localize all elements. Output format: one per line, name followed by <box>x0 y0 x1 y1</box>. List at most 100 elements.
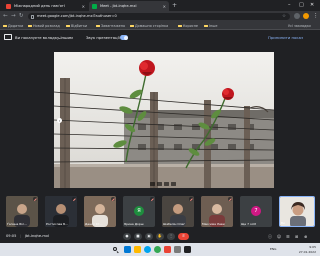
bookmark-item[interactable]: Інше <box>204 22 217 30</box>
address-bar[interactable]: meet.google.com/jbt-inqhe-mxl?authuser=0… <box>28 13 290 20</box>
bookmark-item[interactable]: Домашня сторінка <box>130 22 168 30</box>
microphone-button[interactable]: ● <box>123 233 131 240</box>
share-audio-toggle[interactable] <box>120 35 128 40</box>
close-tab-icon[interactable]: ✕ <box>163 4 166 9</box>
bookmark-item[interactable]: Корисне <box>178 22 198 30</box>
stop-sharing-button[interactable]: Припинити показ <box>268 30 303 45</box>
browser-menu-icon[interactable]: ⋮ <box>313 12 319 21</box>
muted-mic-icon <box>228 197 232 201</box>
taskbar-app-icon[interactable] <box>164 246 171 253</box>
meeting-info-icon[interactable]: ⓘ <box>268 234 272 239</box>
browser-tab-meet[interactable]: Meet - jbt-inqhe-mxl ✕ <box>89 1 169 11</box>
tab-favicon-icon <box>6 3 11 9</box>
muted-mic-icon <box>111 197 115 201</box>
camera-button[interactable]: ■ <box>134 233 142 240</box>
meet-control-bar: 09:05 | jbt-inqhe-mxl ● ■ ▣ ✋ ⋮ ✆ ⓘ ☺ ☰ … <box>0 230 320 243</box>
file-explorer-icon[interactable] <box>134 246 141 253</box>
profile-avatar[interactable] <box>303 13 309 19</box>
maximize-button[interactable]: □ <box>299 1 304 9</box>
bookmark-star-icon[interactable]: ☆ <box>282 13 286 20</box>
more-participants-tile[interactable]: 7 Ще 7 осіб <box>240 196 272 227</box>
meeting-code: jbt-inqhe-mxl <box>25 234 49 238</box>
muted-mic-icon <box>33 197 37 201</box>
folder-icon <box>96 24 100 28</box>
meeting-time: 09:05 <box>6 234 17 238</box>
bookmark-item[interactable]: Завантажено <box>96 22 125 30</box>
start-menu-icon[interactable] <box>124 246 131 253</box>
previous-slide-button[interactable]: ‹ <box>57 118 62 123</box>
language-indicator[interactable]: ENG <box>270 243 276 256</box>
bookmark-item[interactable]: Новий розклад <box>28 22 60 30</box>
tab-title: Meet - jbt-inqhe-mxl <box>100 4 137 8</box>
taskbar-app-icon[interactable] <box>184 246 191 253</box>
presentation-control[interactable] <box>164 182 169 186</box>
avatar: Я <box>134 206 144 216</box>
meet-favicon-icon <box>92 3 97 9</box>
participant-name: Ростислав Б... <box>46 222 69 226</box>
search-icon[interactable] <box>112 246 119 253</box>
participant-tile[interactable]: Ростислав Б... <box>45 196 77 227</box>
chrome-icon[interactable] <box>154 246 161 253</box>
browser-toolbar: ← → ↻ meet.google.com/jbt-inqhe-mxl?auth… <box>0 11 320 22</box>
participant-tile[interactable]: Шабелін Олег <box>162 196 194 227</box>
minimize-button[interactable]: – <box>288 1 291 9</box>
raise-hand-button[interactable]: ✋ <box>156 233 164 240</box>
emoji-icon[interactable]: ☺ <box>277 234 281 239</box>
windows-taskbar: ENG 9:05 27.01.2022 <box>0 243 320 256</box>
participant-tile[interactable]: Я Ярина Дорш <box>123 196 155 227</box>
leave-call-button[interactable]: ✆ <box>178 233 189 240</box>
extension-icon[interactable] <box>294 13 300 19</box>
presenting-text: Ви показуєте вкладку іншим <box>15 35 73 40</box>
memorial-photo <box>54 52 274 188</box>
all-bookmarks-link[interactable]: Усі закладки <box>288 22 311 30</box>
presenting-bar: Ви показуєте вкладку іншим ⌄ Звук презен… <box>0 30 320 45</box>
shared-presentation <box>54 52 274 188</box>
participant-name: Ярина Дорш <box>124 222 144 226</box>
avatar: 7 <box>251 206 261 216</box>
taskbar-app-icon[interactable] <box>174 246 181 253</box>
bookmark-item[interactable]: Додатки <box>3 22 23 30</box>
browser-tab-memorial[interactable]: Міжнародний день пам'яті ✕ <box>3 1 88 11</box>
more-options-button[interactable]: ⋮ <box>167 233 175 240</box>
participant-tile[interactable]: Ґалина Біл... <box>6 196 38 227</box>
participant-name: Ґалина Біл... <box>7 222 27 226</box>
presentation-control[interactable] <box>171 182 176 186</box>
muted-mic-icon <box>189 197 193 201</box>
participant-name: Денис Ст... <box>85 222 103 226</box>
presentation-control[interactable] <box>157 182 162 186</box>
separator: | <box>20 234 22 238</box>
activities-icon[interactable]: ⊞ <box>295 234 298 239</box>
bookmarks-bar: Додатки Новий розклад Відбитки Завантаже… <box>0 22 320 30</box>
clock-date: 27.01.2022 <box>298 249 316 254</box>
folder-icon <box>66 24 70 28</box>
presentation-control[interactable] <box>150 182 155 186</box>
forward-arrow-icon[interactable]: → <box>11 12 16 21</box>
share-audio-label: Звук презентації <box>86 35 120 40</box>
folder-icon <box>130 24 134 28</box>
bookmark-item[interactable]: Відбитки <box>66 22 87 30</box>
muted-mic-icon <box>72 197 76 201</box>
edge-browser-icon[interactable] <box>144 246 151 253</box>
participant-name: Максима Леви <box>202 222 225 226</box>
muted-mic-icon <box>150 197 154 201</box>
folder-icon <box>178 24 182 28</box>
back-arrow-icon[interactable]: ← <box>3 12 8 21</box>
participant-name: Шабелін Олег <box>163 222 186 226</box>
browser-tab-strip: Міжнародний день пам'яті ✕ Meet - jbt-in… <box>0 0 320 11</box>
host-controls-icon[interactable]: ⊕ <box>304 234 307 239</box>
participant-tile[interactable]: Максима Леви <box>201 196 233 227</box>
present-button[interactable]: ▣ <box>145 233 153 240</box>
self-view-tile[interactable]: Ви <box>279 196 315 227</box>
close-tab-icon[interactable]: ✕ <box>82 4 85 9</box>
close-window-button[interactable]: ✕ <box>310 1 314 9</box>
participant-name: Ви <box>281 221 286 225</box>
chat-icon[interactable]: ☰ <box>286 234 290 239</box>
system-clock[interactable]: 9:05 27.01.2022 <box>299 245 316 254</box>
present-screen-icon <box>4 34 12 40</box>
search-icon-handle <box>116 250 119 253</box>
new-tab-button[interactable]: + <box>172 2 177 9</box>
participant-tile[interactable]: Денис Ст... <box>84 196 116 227</box>
folder-icon <box>204 24 208 28</box>
reload-icon[interactable]: ↻ <box>19 12 24 21</box>
chevron-down-icon[interactable]: ⌄ <box>58 30 61 45</box>
